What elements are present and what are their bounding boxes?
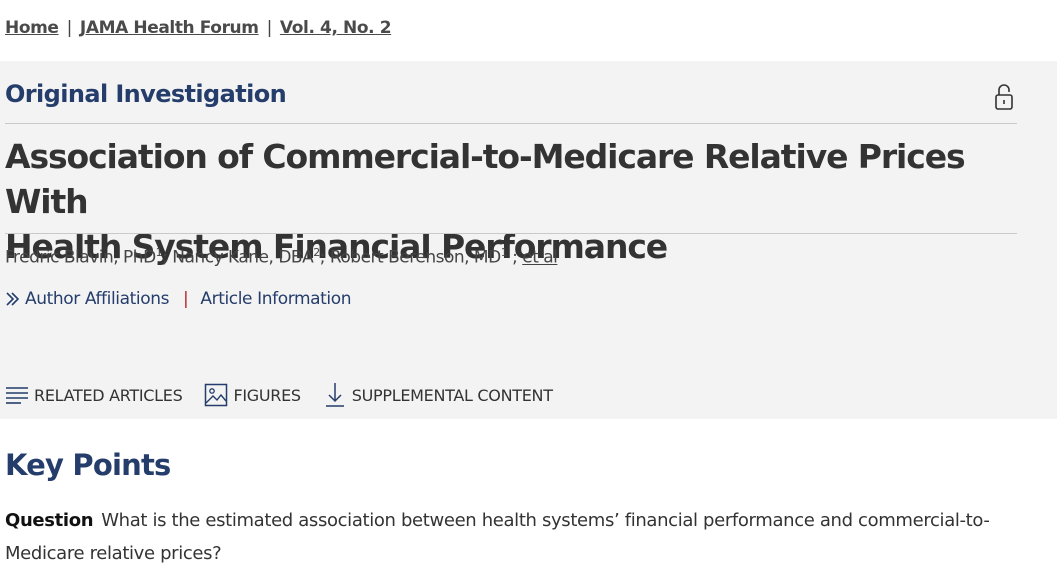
breadcrumb-separator: | — [66, 18, 73, 38]
key-points-question: Question What is the estimated associatio… — [5, 504, 1035, 570]
divider — [5, 233, 1017, 234]
image-icon — [205, 383, 228, 407]
supplemental-content-button[interactable]: SUPPLEMENTAL CONTENT — [323, 382, 553, 408]
figures-button[interactable]: FIGURES — [204, 383, 301, 407]
article-tools-bar: RELATED ARTICLES FIGURES SUPPLEMENTAL CO… — [5, 382, 575, 408]
article-meta-links: Author Affiliations | Article Informatio… — [5, 289, 352, 309]
double-chevron-right-icon — [6, 292, 20, 306]
link-separator: | — [183, 289, 189, 309]
author-name: Robert Berenson, MD — [329, 247, 501, 268]
download-arrow-icon — [325, 383, 344, 407]
breadcrumb: Home | JAMA Health Forum | Vol. 4, No. 2 — [5, 16, 392, 40]
supplemental-content-label: SUPPLEMENTAL CONTENT — [351, 385, 553, 405]
affiliation-marker: 1 — [500, 246, 508, 259]
article-title-line-1: Association of Commercial-to-Medicare Re… — [5, 137, 966, 221]
unlocked-padlock-icon — [995, 84, 1013, 110]
question-label: Question — [5, 510, 94, 531]
breadcrumb-journal-link[interactable]: JAMA Health Forum — [80, 18, 259, 38]
author-list: Fredric Blavin, PhD1; Nancy Kane, DBA2; … — [5, 246, 558, 268]
related-articles-label: RELATED ARTICLES — [34, 385, 183, 405]
question-text: What is the estimated association betwee… — [5, 510, 990, 564]
breadcrumb-home-link[interactable]: Home — [5, 18, 59, 38]
related-articles-button[interactable]: RELATED ARTICLES — [5, 385, 183, 405]
breadcrumb-separator: | — [266, 18, 273, 38]
et-al-link[interactable]: et al — [522, 248, 558, 268]
affiliation-marker: 1 — [155, 246, 163, 259]
author-affiliations-link[interactable]: Author Affiliations — [25, 289, 169, 309]
key-points-heading: Key Points — [5, 448, 171, 482]
figures-label: FIGURES — [233, 385, 301, 405]
article-information-link[interactable]: Article Information — [200, 289, 351, 309]
author-name: Fredric Blavin, PhD — [5, 247, 156, 268]
article-type-label: Original Investigation — [5, 80, 287, 108]
list-lines-icon — [6, 387, 28, 404]
divider — [5, 123, 1017, 124]
author-name: Nancy Kane, DBA — [172, 247, 314, 268]
affiliation-marker: 2 — [313, 246, 320, 259]
breadcrumb-issue-link[interactable]: Vol. 4, No. 2 — [280, 18, 392, 38]
